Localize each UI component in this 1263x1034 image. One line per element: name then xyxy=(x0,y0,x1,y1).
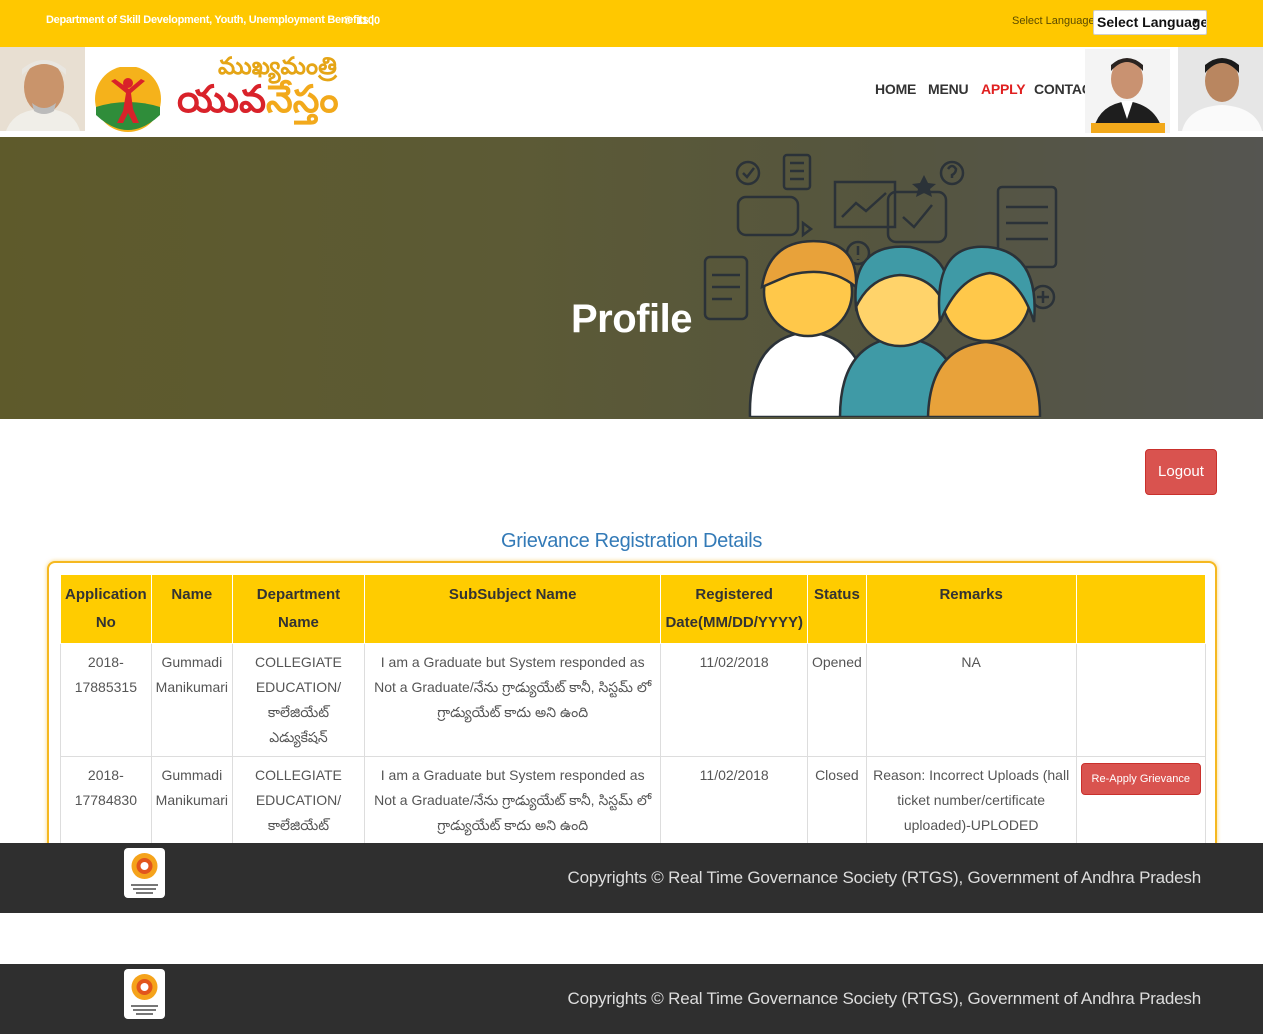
grievance-section-title: Grievance Registration Details xyxy=(500,530,763,552)
column-header-department: Department Name xyxy=(232,574,365,644)
footer: Copyrights © Real Time Governance Societ… xyxy=(0,964,1263,1034)
minister-portrait-secondary xyxy=(1178,47,1263,131)
nav-apply[interactable]: APPLY xyxy=(981,81,1026,97)
reapply-grievance-button[interactable]: Re-Apply Grievance xyxy=(1080,763,1201,795)
copyright-text: Copyrights © Real Time Governance Societ… xyxy=(567,989,1202,1008)
cell-name: Gummadi Manikumari xyxy=(150,643,234,757)
column-header-status: Status xyxy=(806,574,867,644)
cell-remarks: NA xyxy=(865,643,1077,757)
page-banner: Profile xyxy=(0,137,1263,419)
logo-title-main: యువనేస్తం xyxy=(177,80,339,118)
chevron-down-icon: ▼ xyxy=(1191,16,1200,26)
yuvanestham-logo-icon xyxy=(93,66,165,133)
nav-menu[interactable]: MENU xyxy=(928,81,969,97)
logo-title-red: యువ xyxy=(177,77,267,121)
cell-status: Opened xyxy=(806,643,867,757)
language-select[interactable]: Select Language ▼ xyxy=(1093,10,1207,35)
column-header-application-no: Application No xyxy=(60,574,152,644)
cell-subsubject: I am a Graduate but System responded as … xyxy=(363,643,662,757)
logo-title-yellow: నేస్తం xyxy=(266,77,339,121)
column-header-action xyxy=(1075,574,1207,644)
column-header-remarks: Remarks xyxy=(865,574,1077,644)
department-text: Department of Skill Development, Youth, … xyxy=(46,14,374,26)
select-language-label: Select Language xyxy=(1012,15,1095,27)
copyright-text: Copyrights © Real Time Governance Societ… xyxy=(567,868,1202,887)
footer-overlay: Copyrights © Real Time Governance Societ… xyxy=(0,843,1263,913)
nav-home[interactable]: HOME xyxy=(875,81,916,97)
helpline-number: 1100 xyxy=(356,15,381,27)
minister-portrait xyxy=(1085,49,1170,133)
cell-department: COLLEGIATE EDUCATION/ కాలేజియేట్ ఎడ్యుకే… xyxy=(232,643,365,757)
site-header: ముఖ్యమంత్రి యువనేస్తం HOME MENU APPLY CO… xyxy=(0,47,1263,137)
column-header-registered-date: Registered Date(MM/DD/YYYY) xyxy=(660,574,808,644)
people-first-logo-icon xyxy=(124,848,165,898)
chief-minister-portrait xyxy=(0,47,85,131)
people-first-logo-icon xyxy=(124,969,165,1019)
cell-application-no: 2018-17885315 xyxy=(60,643,152,757)
cell-action xyxy=(1075,643,1207,757)
grievance-table-panel[interactable]: Application No Name Department Name SubS… xyxy=(47,561,1217,861)
phone-icon: ✆ xyxy=(343,15,353,27)
grievance-table: Application No Name Department Name SubS… xyxy=(60,574,1207,859)
column-header-name: Name xyxy=(150,574,234,644)
top-bar: Department of Skill Development, Youth, … xyxy=(0,0,1263,47)
people-illustration-icon xyxy=(703,153,1058,417)
helpline[interactable]: ✆ 1100 xyxy=(343,14,380,27)
cell-registered-date: 11/02/2018 xyxy=(660,643,808,757)
page-title: Profile xyxy=(571,297,692,341)
column-header-subsubject: SubSubject Name xyxy=(363,574,662,644)
table-row: 2018-17885315 Gummadi Manikumari COLLEGI… xyxy=(60,643,1207,757)
table-header-row: Application No Name Department Name SubS… xyxy=(60,574,1207,644)
logout-button[interactable]: Logout xyxy=(1145,449,1217,495)
